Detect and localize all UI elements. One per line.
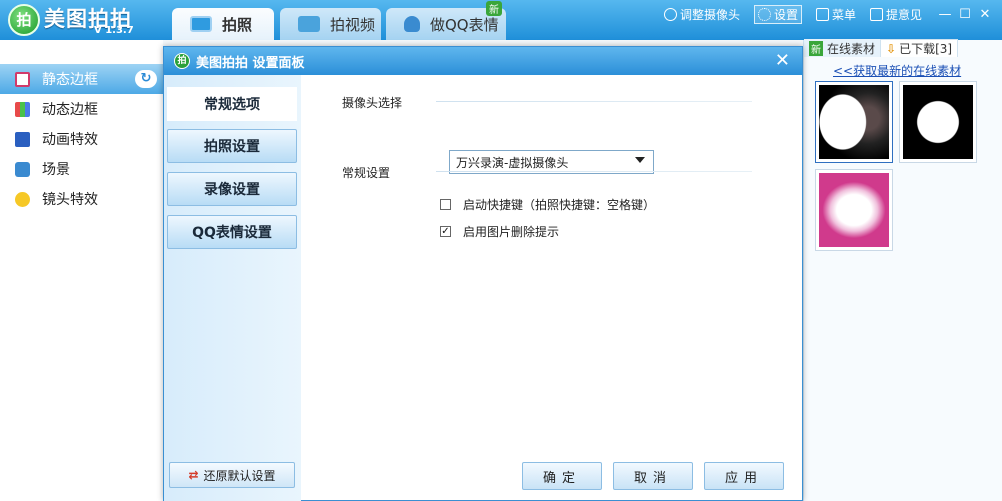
skull-frame-image [903, 85, 973, 159]
refresh-icon[interactable]: ↻ [135, 70, 157, 88]
new-badge: 新 [486, 1, 502, 16]
delete-prompt-option-label: 启用图片删除提示 [463, 225, 560, 239]
tab-qq-emoji[interactable]: 做QQ表情 新 [386, 1, 506, 40]
dynamic-frame-icon [15, 101, 30, 117]
restore-icon: ⇄ [188, 468, 199, 482]
close-icon[interactable]: ✕ [976, 7, 994, 22]
sidebar-item-label: 场景 [42, 162, 70, 178]
menu-icon [815, 7, 829, 21]
settings-dialog: 拍 美图拍拍 设置面板 ✕ 常规选项 拍照设置 录像设置 QQ表情设置 ⇄ 还原… [163, 46, 803, 501]
top-actions: 调整摄像头 设置 菜单 提意见 — ☐ ✕ [663, 4, 1002, 24]
app-logo-icon: 拍 [8, 4, 40, 36]
tab-photo[interactable]: 拍照 [172, 8, 274, 40]
feedback-label: 提意见 [885, 7, 922, 22]
pink-frame-image [819, 173, 889, 247]
tab-qq-emoji-settings[interactable]: QQ表情设置 [167, 215, 297, 249]
sidebar-item-label: 静态边框 [42, 72, 98, 88]
video-camera-icon [298, 16, 320, 32]
close-icon[interactable]: ✕ [775, 50, 790, 71]
section-divider [436, 101, 752, 102]
restore-defaults-label: 还原默认设置 [203, 468, 276, 483]
tab-downloaded[interactable]: ⇩ 已下载[3] [880, 39, 959, 57]
adjust-camera-label: 调整摄像头 [679, 7, 740, 22]
sidebar-item-animation[interactable]: 动画特效 [0, 124, 163, 154]
tab-general[interactable]: 常规选项 [167, 87, 297, 121]
hotkey-option[interactable]: 启动快捷键（拍照快捷键：空格键） [440, 196, 655, 213]
tab-video-label: 拍视频 [330, 15, 376, 34]
sidebar-item-static-frame[interactable]: 静态边框 ↻ [0, 64, 163, 94]
settings-label: 设置 [773, 7, 798, 22]
tab-video[interactable]: 拍视频 [280, 8, 381, 40]
app-logo-icon: 拍 [174, 53, 190, 69]
material-panel: 新 在线素材 ⇩ 已下载[3] <<获取最新的在线素材 [803, 39, 1002, 501]
gear-icon [757, 7, 771, 21]
camera-section-title: 摄像头选择 [342, 96, 403, 110]
tab-online-material[interactable]: 新 在线素材 [804, 39, 881, 57]
ok-button[interactable]: 确定 [522, 462, 602, 490]
material-thumbnail[interactable] [815, 81, 893, 163]
sidebar-item-label: 镜头特效 [42, 192, 98, 208]
hotkey-checkbox[interactable] [440, 199, 451, 210]
sidebar-item-scene[interactable]: 场景 [0, 154, 163, 184]
general-settings-panel: 摄像头选择 万兴录演-虚拟摄像头 常规设置 启动快捷键（拍照快捷键：空格键） ✓… [301, 75, 802, 501]
scene-icon [15, 161, 30, 177]
delete-prompt-checkbox[interactable]: ✓ [440, 226, 451, 237]
download-arrow-icon: ⇩ [886, 41, 897, 56]
tab-photo-label: 拍照 [222, 15, 253, 34]
chat-icon [869, 7, 883, 21]
rose-frame-image [819, 85, 889, 159]
menu-button[interactable]: 菜单 [815, 6, 856, 23]
apply-button[interactable]: 应用 [704, 462, 784, 490]
sidebar-item-dynamic-frame[interactable]: 动态边框 [0, 94, 163, 124]
tab-qq-emoji-label: 做QQ表情 [430, 15, 499, 34]
title-bar: 拍 美图拍拍 V 1.3.7 拍照 拍视频 做QQ表情 新 调整摄像头 设置 菜… [0, 0, 1002, 40]
settings-categories: 常规选项 拍照设置 录像设置 QQ表情设置 ⇄ 还原默认设置 [164, 75, 301, 501]
settings-button[interactable]: 设置 [753, 4, 802, 24]
new-badge: 新 [809, 40, 823, 56]
delete-prompt-option[interactable]: ✓ 启用图片删除提示 [440, 223, 559, 240]
animation-icon [15, 131, 30, 147]
chevron-down-icon [635, 157, 645, 163]
cancel-button[interactable]: 取消 [613, 462, 693, 490]
webcam-icon [663, 7, 677, 21]
restore-defaults-button[interactable]: ⇄ 还原默认设置 [169, 462, 295, 488]
dialog-title: 美图拍拍 设置面板 [196, 55, 305, 71]
material-thumbnail[interactable] [815, 169, 893, 251]
static-frame-icon [15, 71, 30, 87]
material-tabs: 新 在线素材 ⇩ 已下载[3] [804, 39, 1002, 57]
tab-online-label: 在线素材 [827, 41, 876, 56]
effects-sidebar: 静态边框 ↻ 动态边框 动画特效 场景 镜头特效 [0, 64, 163, 501]
camera-select-value: 万兴录演-虚拟摄像头 [456, 155, 569, 170]
sidebar-item-label: 动画特效 [42, 132, 98, 148]
dialog-title-bar: 拍 美图拍拍 设置面板 ✕ [164, 47, 802, 75]
menu-label: 菜单 [831, 7, 856, 22]
tab-downloaded-label: 已下载[3] [899, 42, 953, 56]
adjust-camera-button[interactable]: 调整摄像头 [663, 6, 740, 23]
tab-photo-settings[interactable]: 拍照设置 [167, 129, 297, 163]
general-section-title: 常规设置 [342, 166, 391, 180]
sidebar-item-lens-effect[interactable]: 镜头特效 [0, 184, 163, 214]
feedback-button[interactable]: 提意见 [869, 6, 922, 23]
smiley-icon [15, 191, 30, 207]
hotkey-option-label: 启动快捷键（拍照快捷键：空格键） [463, 198, 656, 212]
camera-icon [190, 16, 212, 32]
get-online-material-link[interactable]: <<获取最新的在线素材 [833, 62, 961, 79]
app-version: V 1.3.7 [94, 25, 134, 36]
minimize-icon[interactable]: — [936, 7, 954, 22]
maximize-icon[interactable]: ☐ [956, 7, 974, 22]
penguin-icon [404, 16, 420, 32]
section-divider [436, 171, 752, 172]
material-thumbnail[interactable] [899, 81, 977, 163]
sidebar-item-label: 动态边框 [42, 102, 98, 118]
tab-record-settings[interactable]: 录像设置 [167, 172, 297, 206]
